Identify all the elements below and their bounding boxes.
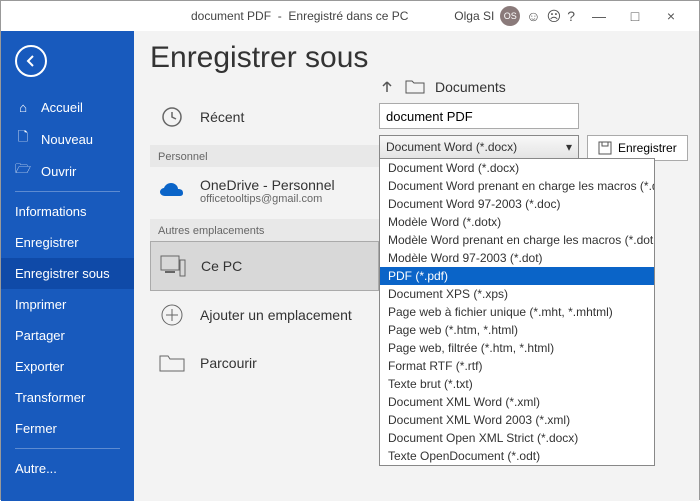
- location-browse[interactable]: Parcourir: [150, 339, 379, 387]
- user-name: Olga SI: [454, 9, 494, 23]
- sidebar-item-info[interactable]: Informations: [1, 196, 134, 227]
- current-folder[interactable]: Documents: [435, 79, 506, 95]
- help-icon[interactable]: ?: [567, 8, 575, 24]
- window-title: document PDF - Enregistré dans ce PC: [191, 9, 408, 23]
- filetype-option[interactable]: Modèle Word (*.dotx): [380, 213, 654, 231]
- sidebar-item-save[interactable]: Enregistrer: [1, 227, 134, 258]
- avatar[interactable]: OS: [500, 6, 520, 26]
- sidebar-item-new[interactable]: 🗋 Nouveau: [1, 123, 134, 155]
- save-status: Enregistré dans ce PC: [288, 9, 408, 23]
- location-onedrive[interactable]: OneDrive - Personnel officetooltips@gmai…: [150, 167, 379, 215]
- onedrive-icon: [158, 177, 186, 205]
- sidebar-item-label: Transformer: [15, 390, 85, 405]
- filetype-option[interactable]: Document XML Word 2003 (*.xml): [380, 411, 654, 429]
- sidebar-item-print[interactable]: Imprimer: [1, 289, 134, 320]
- back-arrow-icon: [24, 54, 38, 68]
- filetype-option[interactable]: Page web (*.htm, *.html): [380, 321, 654, 339]
- location-label: Ce PC: [201, 258, 242, 274]
- minimize-button[interactable]: —: [581, 1, 617, 31]
- location-label: Parcourir: [200, 355, 257, 371]
- maximize-button[interactable]: □: [617, 1, 653, 31]
- close-button[interactable]: ×: [653, 1, 689, 31]
- recent-icon: [158, 103, 186, 131]
- filetype-option[interactable]: Document Word prenant en charge les macr…: [380, 177, 654, 195]
- sidebar-item-more[interactable]: Autre...: [1, 453, 134, 484]
- sidebar-item-open[interactable]: 🗁 Ouvrir: [1, 155, 134, 187]
- sidebar-item-label: Fermer: [15, 421, 57, 436]
- home-icon: ⌂: [15, 99, 31, 115]
- save-icon: [598, 141, 612, 155]
- save-button-label: Enregistrer: [618, 141, 677, 155]
- browse-icon: [158, 349, 186, 377]
- filetype-option[interactable]: Document XML Word (*.xml): [380, 393, 654, 411]
- sidebar-item-transform[interactable]: Transformer: [1, 382, 134, 413]
- folder-icon: [405, 79, 425, 95]
- filetype-combobox[interactable]: Document Word (*.docx) ▾: [379, 135, 579, 159]
- page-title: Enregistrer sous: [150, 41, 379, 75]
- sidebar-item-label: Nouveau: [41, 132, 93, 147]
- filetype-option[interactable]: Texte brut (*.txt): [380, 375, 654, 393]
- sidebar-item-export[interactable]: Exporter: [1, 351, 134, 382]
- feedback-sad-icon[interactable]: ☹: [547, 8, 562, 25]
- filetype-option[interactable]: Texte OpenDocument (*.odt): [380, 447, 654, 465]
- filetype-option[interactable]: Format RTF (*.rtf): [380, 357, 654, 375]
- combobox-value: Document Word (*.docx): [386, 140, 517, 154]
- filetype-option[interactable]: Modèle Word prenant en charge les macros…: [380, 231, 654, 249]
- doc-name: document PDF: [191, 9, 271, 23]
- sidebar-item-label: Informations: [15, 204, 87, 219]
- section-personal: Personnel: [150, 145, 379, 167]
- location-thispc[interactable]: Ce PC: [150, 241, 379, 291]
- sidebar-item-home[interactable]: ⌂ Accueil: [1, 91, 134, 123]
- sidebar-item-share[interactable]: Partager: [1, 320, 134, 351]
- separator: [15, 448, 120, 449]
- pc-icon: [159, 252, 187, 280]
- filetype-option[interactable]: Document Word (*.docx): [380, 159, 654, 177]
- sidebar-item-label: Accueil: [41, 100, 83, 115]
- location-addplace[interactable]: Ajouter un emplacement: [150, 291, 379, 339]
- sidebar-item-label: Enregistrer: [15, 235, 79, 250]
- section-other: Autres emplacements: [150, 219, 379, 241]
- location-label: Ajouter un emplacement: [200, 307, 352, 323]
- filetype-option[interactable]: PDF (*.pdf): [380, 267, 654, 285]
- sidebar-item-label: Enregistrer sous: [15, 266, 110, 281]
- sidebar-item-close[interactable]: Fermer: [1, 413, 134, 444]
- filetype-option[interactable]: Modèle Word 97-2003 (*.dot): [380, 249, 654, 267]
- location-label: Récent: [200, 109, 244, 125]
- feedback-happy-icon[interactable]: ☺: [526, 8, 540, 24]
- sidebar-item-saveas[interactable]: Enregistrer sous: [1, 258, 134, 289]
- location-sublabel: officetooltips@gmail.com: [200, 193, 335, 205]
- backstage-sidebar: ⌂ Accueil 🗋 Nouveau 🗁 Ouvrir Informations E…: [1, 31, 134, 501]
- location-label: OneDrive - Personnel: [200, 177, 335, 193]
- filetype-option[interactable]: Page web à fichier unique (*.mht, *.mhtm…: [380, 303, 654, 321]
- filetype-option[interactable]: Page web, filtrée (*.htm, *.html): [380, 339, 654, 357]
- filetype-option[interactable]: Document Word 97-2003 (*.doc): [380, 195, 654, 213]
- sidebar-item-label: Partager: [15, 328, 65, 343]
- sidebar-item-label: Ouvrir: [41, 164, 76, 179]
- titlebar: document PDF - Enregistré dans ce PC Olg…: [1, 1, 699, 31]
- filename-input[interactable]: [379, 103, 579, 129]
- filetype-dropdown[interactable]: Document Word (*.docx)Document Word pren…: [379, 158, 655, 466]
- filetype-option[interactable]: Document XPS (*.xps): [380, 285, 654, 303]
- new-icon: 🗋: [15, 131, 31, 147]
- filetype-option[interactable]: Document Open XML Strict (*.docx): [380, 429, 654, 447]
- add-place-icon: [158, 301, 186, 329]
- sidebar-item-label: Imprimer: [15, 297, 66, 312]
- sidebar-item-label: Autre...: [15, 461, 57, 476]
- open-icon: 🗁: [15, 163, 31, 179]
- chevron-down-icon: ▾: [566, 140, 572, 154]
- location-recent[interactable]: Récent: [150, 93, 379, 141]
- back-button[interactable]: [15, 45, 47, 77]
- separator: [15, 191, 120, 192]
- up-arrow-icon[interactable]: [379, 79, 395, 95]
- sidebar-item-label: Exporter: [15, 359, 64, 374]
